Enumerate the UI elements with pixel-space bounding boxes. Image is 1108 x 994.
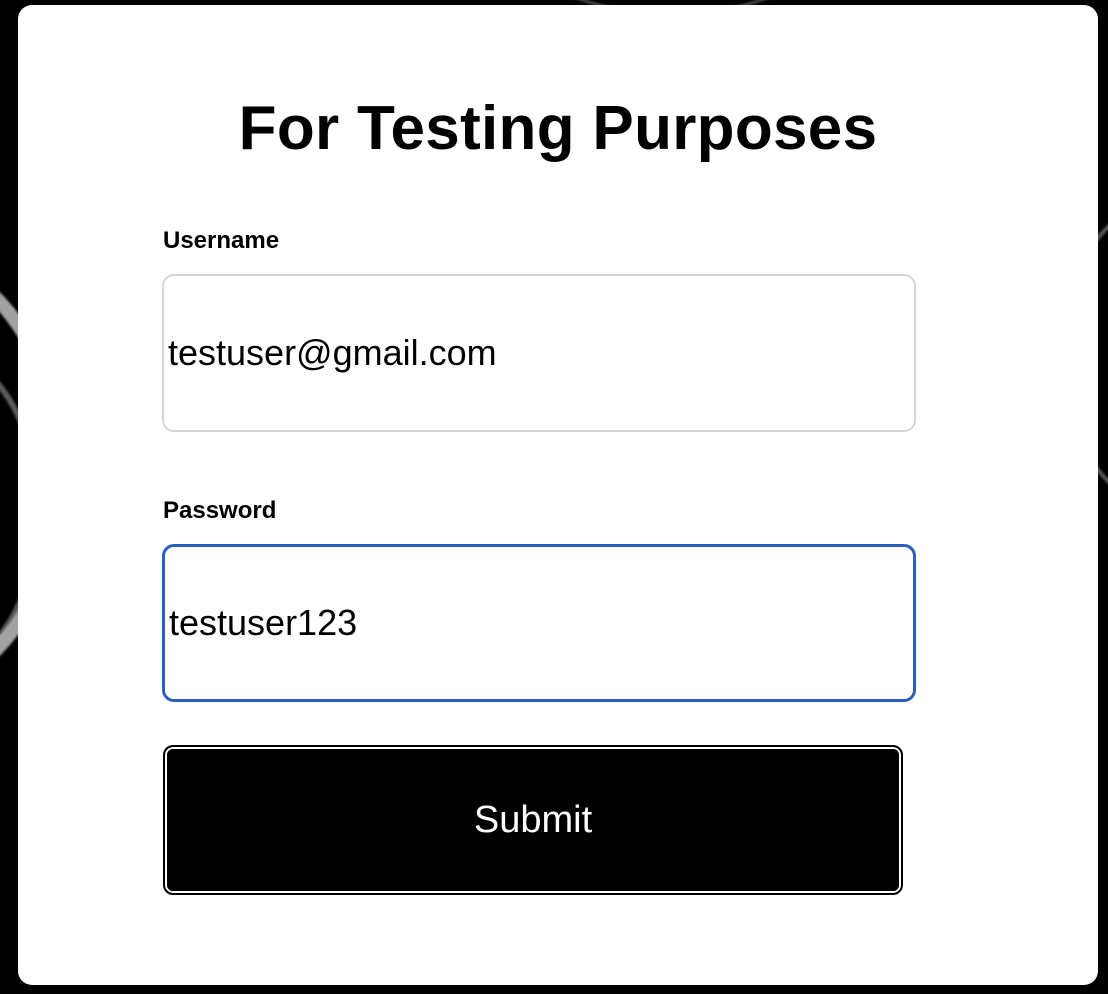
form-title: For Testing Purposes <box>238 94 878 163</box>
submit-button[interactable]: Submit <box>163 745 903 895</box>
password-input[interactable] <box>162 544 916 702</box>
username-label: Username <box>163 227 280 254</box>
password-label: Password <box>163 497 277 524</box>
login-form-card: For Testing Purposes Username Password S… <box>18 5 1098 985</box>
username-input[interactable] <box>162 274 916 432</box>
